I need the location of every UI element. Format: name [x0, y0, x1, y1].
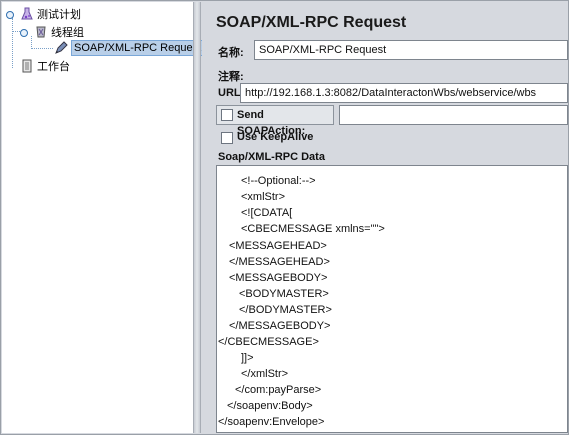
comment-input[interactable] — [254, 64, 568, 82]
sampler-config-panel: SOAP/XML-RPC Request 名称: SOAP/XML-RPC Re… — [202, 2, 568, 433]
code-line: </MESSAGEHEAD> — [229, 256, 330, 268]
tree-item-label: 工作台 — [37, 61, 70, 73]
soapaction-input[interactable] — [339, 105, 568, 125]
tree-item-test-plan[interactable]: 测试计划 — [6, 6, 81, 22]
test-plan-tree: 测试计划 线程组 SOAP/XML-RPC Request 工作台 — [2, 2, 205, 433]
name-label: 名称: — [218, 47, 244, 59]
code-line: </BODYMASTER> — [239, 304, 332, 316]
code-line: </MESSAGEBODY> — [229, 320, 331, 332]
comment-label: 注释: — [218, 71, 244, 83]
soap-data-label: Soap/XML-RPC Data — [218, 151, 325, 163]
thread-group-icon — [34, 25, 48, 39]
tree-item-label: SOAP/XML-RPC Request — [71, 40, 205, 56]
code-line: ]]> — [241, 352, 254, 364]
send-soapaction-toggle[interactable]: Send SOAPAction: — [216, 105, 334, 137]
code-line: <MESSAGEBODY> — [229, 272, 328, 284]
tree-item-label: 测试计划 — [37, 9, 81, 21]
expand-toggle-icon[interactable] — [20, 29, 28, 37]
tree-item-thread-group[interactable]: 线程组 — [20, 24, 84, 40]
soap-data-textarea[interactable]: <!--Optional:--> <xmlStr> <![CDATA[ <CBE… — [216, 165, 568, 433]
keepalive-label[interactable]: Use KeepAlive — [237, 131, 313, 143]
code-line: </CBECMESSAGE> — [218, 336, 319, 348]
code-line: </soapenv:Body> — [227, 400, 313, 412]
split-pane-divider[interactable] — [193, 2, 201, 433]
code-line: <xmlStr> — [241, 191, 286, 203]
test-plan-icon — [20, 7, 34, 21]
code-line: <CBECMESSAGE xmlns=""> — [241, 223, 385, 235]
send-soapaction-checkbox[interactable] — [221, 109, 233, 121]
code-line: <BODYMASTER> — [239, 288, 329, 300]
name-input[interactable]: SOAP/XML-RPC Request — [254, 40, 568, 60]
code-line: <![CDATA[ — [241, 207, 293, 219]
keepalive-checkbox[interactable] — [221, 132, 233, 144]
app-window: 测试计划 线程组 SOAP/XML-RPC Request 工作台 SOAP/X… — [0, 0, 569, 435]
tree-item-label: 线程组 — [51, 27, 84, 39]
code-line: </com:payParse> — [235, 384, 322, 396]
url-input[interactable]: http://192.168.1.3:8082/DataInteractonWb… — [240, 83, 568, 103]
code-line: <MESSAGEHEAD> — [229, 240, 327, 252]
tree-item-soap-request[interactable]: SOAP/XML-RPC Request — [54, 40, 205, 56]
url-label: URL — [218, 87, 241, 99]
code-line: <!--Optional:--> — [241, 175, 316, 187]
tree-item-workbench[interactable]: 工作台 — [6, 58, 70, 74]
tree-connector — [31, 48, 53, 49]
code-line: </xmlStr> — [241, 368, 289, 380]
workbench-icon — [20, 59, 34, 73]
page-title: SOAP/XML-RPC Request — [216, 14, 407, 31]
code-line: </soapenv:Envelope> — [218, 416, 325, 428]
expand-toggle-icon[interactable] — [6, 11, 14, 19]
sampler-pen-icon — [54, 41, 68, 55]
